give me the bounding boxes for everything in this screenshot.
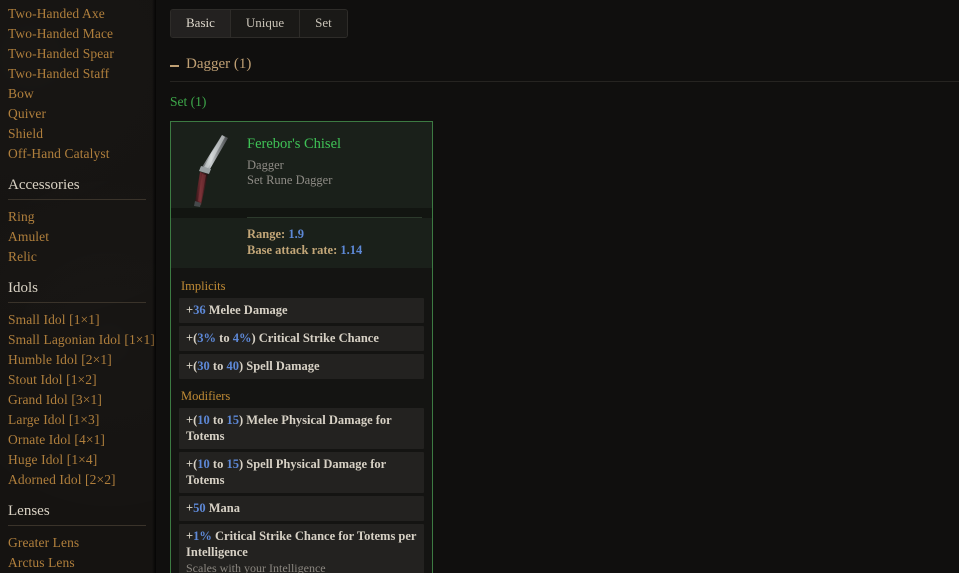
sidebar-item-weapon-3[interactable]: Two-Handed Staff <box>8 64 156 84</box>
sidebar-heading-lenses: Lenses <box>8 503 50 519</box>
item-stat-value: 1.14 <box>340 243 363 257</box>
sidebar-item-idol-1[interactable]: Small Lagonian Idol [1×1] <box>8 330 156 350</box>
mod-value: 1% <box>193 529 212 543</box>
group-header-label: Dagger (1) <box>186 56 252 72</box>
sidebar-item-idol-4[interactable]: Grand Idol [3×1] <box>8 390 156 410</box>
item-card[interactable]: Ferebor's Chisel Dagger Set Rune Dagger … <box>170 121 433 573</box>
sidebar-idols-list: Small Idol [1×1] Small Lagonian Idol [1×1… <box>8 310 156 490</box>
sidebar-item-accessory-1[interactable]: Amulet <box>8 227 156 247</box>
mod-separator: to <box>209 457 227 471</box>
item-stat-label: Range: <box>247 227 289 241</box>
item-card-header: Ferebor's Chisel Dagger Set Rune Dagger <box>171 122 432 208</box>
implicits-label: Implicits <box>181 279 226 293</box>
sidebar-item-accessory-0[interactable]: Ring <box>8 207 156 227</box>
tab-bar: Basic Unique Set <box>170 9 348 38</box>
implicits-list: +36 Melee Damage +(3% to 4%) Critical Str… <box>179 298 424 379</box>
sidebar-item-weapon-5[interactable]: Quiver <box>8 104 156 124</box>
modifiers-list: +(10 to 15) Melee Physical Damage for To… <box>179 408 424 573</box>
sidebar-item-idol-7[interactable]: Huge Idol [1×4] <box>8 450 156 470</box>
mod-text: Critical Strike Chance <box>258 331 379 345</box>
mod-text: Spell Damage <box>246 359 320 373</box>
sidebar-weapons-list: Two-Handed Axe Two-Handed Mace Two-Handed … <box>8 4 156 164</box>
mod-separator: to <box>209 359 227 373</box>
mod-suffix: ) <box>251 331 259 345</box>
group-divider <box>170 81 959 82</box>
mod-value: 36 <box>193 303 206 317</box>
sidebar-item-idol-5[interactable]: Large Idol [1×3] <box>8 410 156 430</box>
item-sub-type: Set Rune Dagger <box>247 173 333 187</box>
app-root: Two-Handed Axe Two-Handed Mace Two-Handed … <box>0 0 959 573</box>
mod-value-max: 15 <box>226 413 239 427</box>
sidebar-divider <box>8 302 146 303</box>
item-name: Ferebor's Chisel <box>247 136 342 152</box>
item-stat-value: 1.9 <box>288 227 304 241</box>
mod-subtext: Scales with your Intelligence <box>186 561 326 573</box>
tab-set[interactable]: Set <box>300 10 347 37</box>
mod-prefix: +( <box>186 331 198 345</box>
sidebar-divider <box>8 525 146 526</box>
sidebar-heading-accessories: Accessories <box>8 177 80 193</box>
modifiers-label: Modifiers <box>181 389 231 403</box>
sidebar-item-weapon-0[interactable]: Two-Handed Axe <box>8 4 156 24</box>
mod-prefix: +( <box>186 359 198 373</box>
implicit-row-2[interactable]: +(30 to 40) Spell Damage <box>179 354 424 379</box>
dagger-icon-svg <box>194 135 228 207</box>
item-stat-label: Base attack rate: <box>247 243 341 257</box>
sidebar-item-idol-8[interactable]: Adorned Idol [2×2] <box>8 470 156 490</box>
modifier-row-3[interactable]: +1% Critical Strike Chance for Totems pe… <box>179 524 424 573</box>
mod-text: Mana <box>205 501 240 515</box>
modifier-row-2[interactable]: +50 Mana <box>179 496 424 521</box>
sidebar-item-weapon-2[interactable]: Two-Handed Spear <box>8 44 156 64</box>
subgroup-set-label[interactable]: Set (1) <box>170 94 206 110</box>
mod-text: Critical Strike Chance for Totems per In… <box>186 529 417 559</box>
sidebar-item-idol-3[interactable]: Stout Idol [1×2] <box>8 370 156 390</box>
modifier-row-0[interactable]: +(10 to 15) Melee Physical Damage for To… <box>179 408 424 449</box>
sidebar-item-weapon-1[interactable]: Two-Handed Mace <box>8 24 156 44</box>
mod-prefix: +( <box>186 457 198 471</box>
main-panel: Basic Unique Set Dagger (1) Set (1) Fere… <box>156 0 959 573</box>
modifier-row-1[interactable]: +(10 to 15) Spell Physical Damage for To… <box>179 452 424 493</box>
mod-value: 3% <box>197 331 217 345</box>
mod-value-max: 4% <box>232 331 252 345</box>
item-stat-0: Range: 1.9 <box>247 226 422 242</box>
item-card-body: Implicits +36 Melee Damage +(3% to 4%) Cr… <box>171 268 432 573</box>
sidebar-heading-idols: Idols <box>8 280 38 296</box>
mod-text: Melee Damage <box>205 303 288 317</box>
mod-value: 10 <box>197 457 210 471</box>
mod-value-max: 40 <box>226 359 239 373</box>
item-base-type: Dagger <box>247 158 284 172</box>
sidebar-divider <box>8 199 146 200</box>
minus-icon <box>170 64 179 67</box>
sidebar-item-accessory-2[interactable]: Relic <box>8 247 156 267</box>
sidebar-item-weapon-6[interactable]: Shield <box>8 124 156 144</box>
mod-prefix: +( <box>186 413 198 427</box>
mod-value: 10 <box>197 413 210 427</box>
mod-value: 50 <box>193 501 206 515</box>
sidebar-item-weapon-7[interactable]: Off-Hand Catalyst <box>8 144 156 164</box>
tab-unique[interactable]: Unique <box>230 10 301 37</box>
group-header-dagger[interactable]: Dagger (1) <box>170 56 251 73</box>
sidebar: Two-Handed Axe Two-Handed Mace Two-Handed … <box>0 0 156 573</box>
item-header-text: Ferebor's Chisel Dagger Set Rune Dagger <box>247 132 422 208</box>
implicit-row-1[interactable]: +(3% to 4%) Critical Strike Chance <box>179 326 424 351</box>
tab-basic[interactable]: Basic <box>171 10 231 37</box>
sidebar-item-idol-6[interactable]: Ornate Idol [4×1] <box>8 430 156 450</box>
sidebar-item-lens-0[interactable]: Greater Lens <box>8 533 156 553</box>
item-stats: Range: 1.9 Base attack rate: 1.14 <box>171 218 432 268</box>
implicit-row-0[interactable]: +36 Melee Damage <box>179 298 424 323</box>
sidebar-accessories-list: Ring Amulet Relic <box>8 207 156 267</box>
mod-separator: to <box>209 413 227 427</box>
sidebar-item-weapon-4[interactable]: Bow <box>8 84 156 104</box>
mod-value: 30 <box>197 359 210 373</box>
sidebar-item-idol-0[interactable]: Small Idol [1×1] <box>8 310 156 330</box>
dagger-icon <box>181 132 247 208</box>
item-stat-1: Base attack rate: 1.14 <box>247 242 422 258</box>
mod-separator: to <box>216 331 233 345</box>
sidebar-lenses-list: Greater LensArctus LensMesembria Lens <box>8 533 156 573</box>
mod-value-max: 15 <box>226 457 239 471</box>
sidebar-item-idol-2[interactable]: Humble Idol [2×1] <box>8 350 156 370</box>
sidebar-item-lens-1[interactable]: Arctus Lens <box>8 553 156 573</box>
